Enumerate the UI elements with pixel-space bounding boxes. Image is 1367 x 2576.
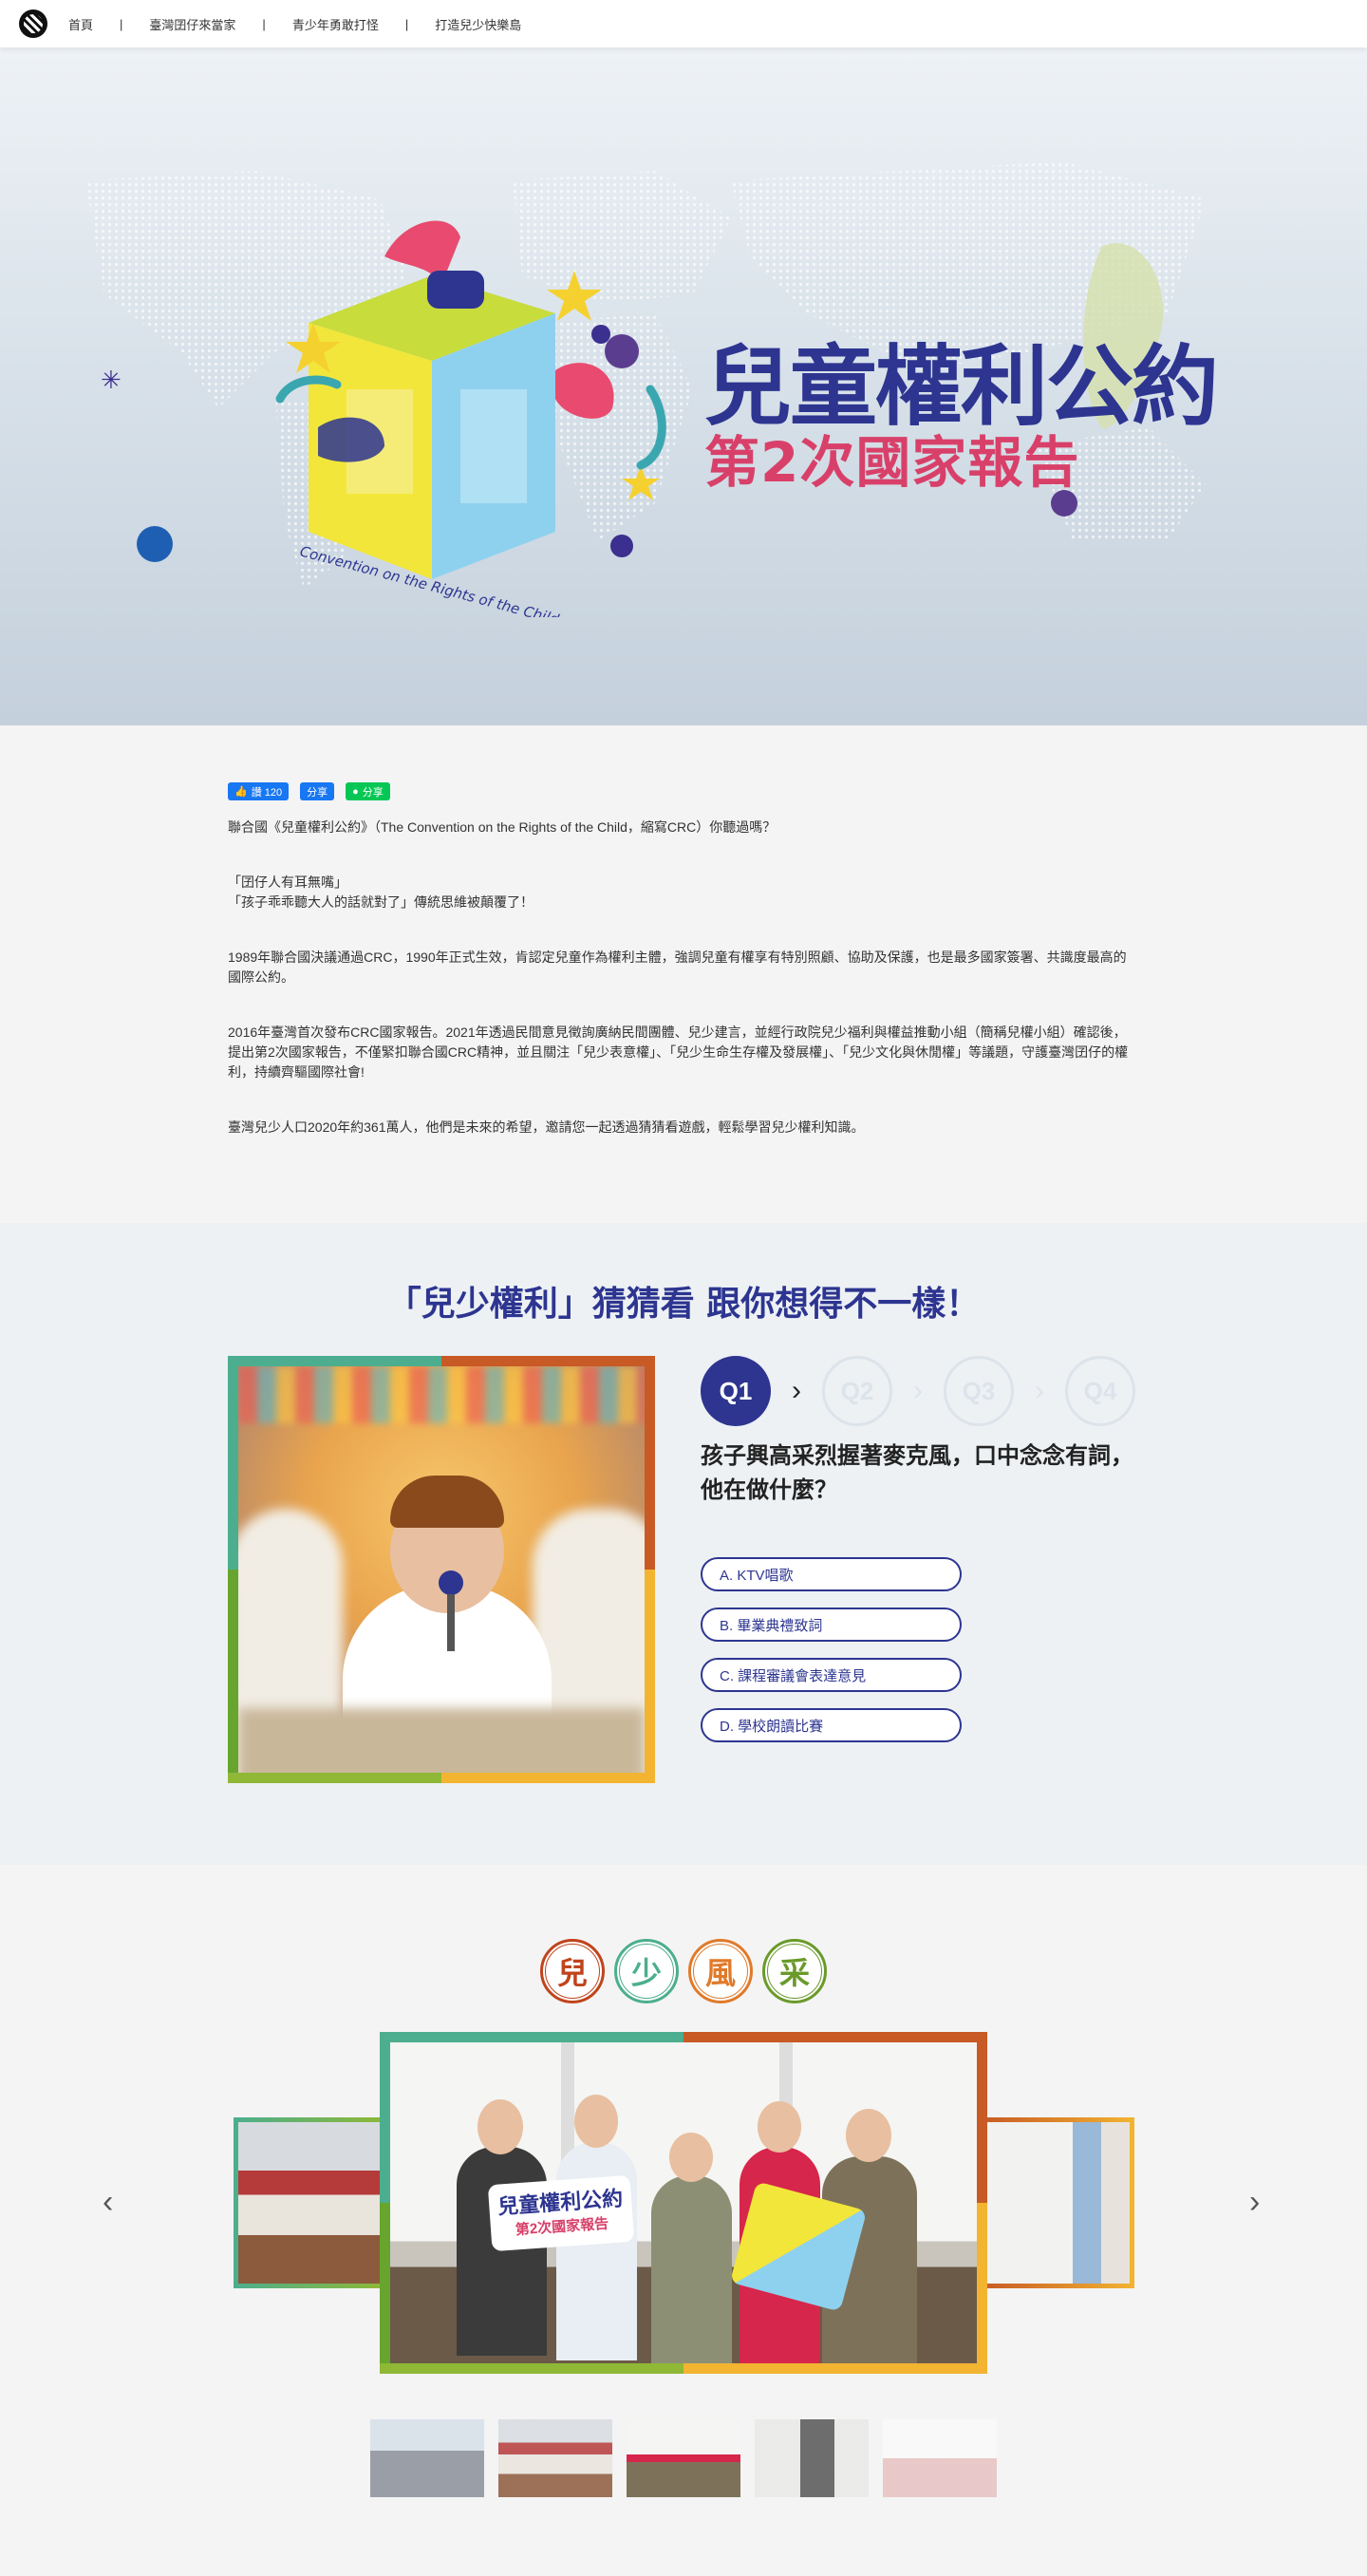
line-icon: ● — [352, 785, 359, 798]
step-q1[interactable]: Q1 — [701, 1356, 771, 1426]
carousel-prev-button[interactable]: ‹ — [103, 2184, 113, 2221]
option-b-button[interactable]: B. 畢業典禮致詞 — [701, 1608, 962, 1642]
gallery-section: 兒 少 風 采 ‹ › 兒童權利公約 第2次國家報告 — [0, 1865, 1367, 2576]
carousel-thumbnails — [370, 2419, 997, 2497]
step-q3[interactable]: Q3 — [944, 1356, 1014, 1426]
badge-char: 風 — [688, 1939, 753, 2003]
top-navigation: 首頁 | 臺灣囝仔來當家 | 青少年勇敢打怪 | 打造兒少快樂島 — [0, 0, 1367, 47]
nav-happy-island[interactable]: 打造兒少快樂島 — [435, 15, 521, 33]
intro-paragraph: 2016年臺灣首次發布CRC國家報告。2021年透過民間意見徵詢廣納民間團體、兒… — [228, 1025, 1129, 1080]
social-share-bar: 👍 讚 120 分享 ● 分享 — [228, 782, 1139, 800]
quiz-progress-steps: Q1 › Q2 › Q3 › Q4 — [701, 1356, 1135, 1426]
intro-paragraph: 聯合國《兒童權利公約》（The Convention on the Rights… — [228, 819, 777, 835]
badge-char: 采 — [762, 1939, 827, 2003]
carousel-slide-prev[interactable] — [234, 2117, 385, 2288]
quiz-question: 孩子興高采烈握著麥克風，口中念念有詞，他在做什麼？ — [701, 1443, 1133, 1503]
thumbnail[interactable] — [755, 2419, 869, 2497]
step-q2[interactable]: Q2 — [822, 1356, 892, 1426]
line-share-button[interactable]: ● 分享 — [346, 782, 390, 800]
intro-section: 👍 讚 120 分享 ● 分享 聯合國《兒童權利公約》（The Convention… — [0, 725, 1367, 1223]
decor-burst-icon: ✳ — [101, 366, 122, 394]
decor-circle-icon — [137, 526, 173, 562]
intro-paragraph: 臺灣兒少人口2020年約361萬人，他們是未來的希望，邀請您一起透過猜猜看遊戲，… — [228, 1119, 865, 1135]
hero-banner: Convention on the Rights of the Child 兒童… — [0, 47, 1367, 725]
quiz-image-frame — [228, 1356, 655, 1783]
step-q4[interactable]: Q4 — [1065, 1356, 1135, 1426]
carousel-next-button[interactable]: › — [1249, 2184, 1260, 2221]
chevron-right-icon: › — [913, 1375, 923, 1406]
nav-taiwan-kids[interactable]: 臺灣囝仔來當家 — [149, 15, 235, 33]
nav-separator: | — [120, 16, 123, 31]
quiz-section: 「兒少權利」猜猜看 跟你想得不一樣！ Q1 › Q2 › Q3 › Q4 孩子興… — [0, 1223, 1367, 1865]
facebook-like-button[interactable]: 👍 讚 120 — [228, 782, 290, 800]
like-label: 讚 120 — [251, 786, 283, 799]
thumbs-up-icon: 👍 — [234, 786, 248, 798]
chevron-right-icon: › — [1035, 1375, 1044, 1406]
crc-cube-illustration: Convention on the Rights of the Child — [275, 220, 666, 617]
intro-paragraph: 「囝仔人有耳無嘴」 「孩子乖乖聽大人的話就對了」傳統思維被顛覆了！ — [228, 874, 534, 910]
badge-char: 少 — [614, 1939, 679, 2003]
intro-paragraph: 1989年聯合國決議通過CRC，1990年正式生效，肯認定兒童作為權利主體，強調… — [228, 950, 1127, 985]
badge-char: 兒 — [540, 1939, 605, 2003]
quiz-heading: 「兒少權利」猜猜看 跟你想得不一樣！ — [386, 1285, 981, 1324]
nav-home[interactable]: 首頁 — [68, 15, 93, 33]
site-logo-icon[interactable] — [19, 9, 47, 38]
option-d-button[interactable]: D. 學校朗讀比賽 — [701, 1708, 962, 1742]
group-photo: 兒童權利公約 第2次國家報告 — [390, 2042, 977, 2363]
crc-sign: 兒童權利公約 第2次國家報告 — [487, 2174, 635, 2252]
carousel-slide-next[interactable] — [983, 2117, 1134, 2288]
thumbnail[interactable] — [883, 2419, 997, 2497]
nav-separator: | — [262, 16, 266, 31]
thumbnail-selected[interactable] — [627, 2419, 740, 2497]
thumbnail[interactable] — [370, 2419, 484, 2497]
thumbnail[interactable] — [498, 2419, 612, 2497]
quiz-options: A. KTV唱歌 B. 畢業典禮致詞 C. 課程審議會表達意見 D. 學校朗讀比… — [701, 1557, 962, 1758]
carousel-slide-active[interactable]: 兒童權利公約 第2次國家報告 — [380, 2032, 987, 2374]
section-title-badges: 兒 少 風 采 — [0, 1939, 1367, 2003]
facebook-share-button[interactable]: 分享 — [300, 782, 335, 800]
decor-circle-icon — [1051, 490, 1077, 517]
option-a-button[interactable]: A. KTV唱歌 — [701, 1557, 962, 1591]
quiz-illustration — [238, 1366, 645, 1773]
nav-teens-brave[interactable]: 青少年勇敢打怪 — [292, 15, 379, 33]
option-c-button[interactable]: C. 課程審議會表達意見 — [701, 1658, 962, 1692]
chevron-right-icon: › — [792, 1375, 801, 1406]
nav-separator: | — [404, 16, 409, 31]
hero-subtitle: 第2次國家報告 — [704, 430, 1080, 495]
